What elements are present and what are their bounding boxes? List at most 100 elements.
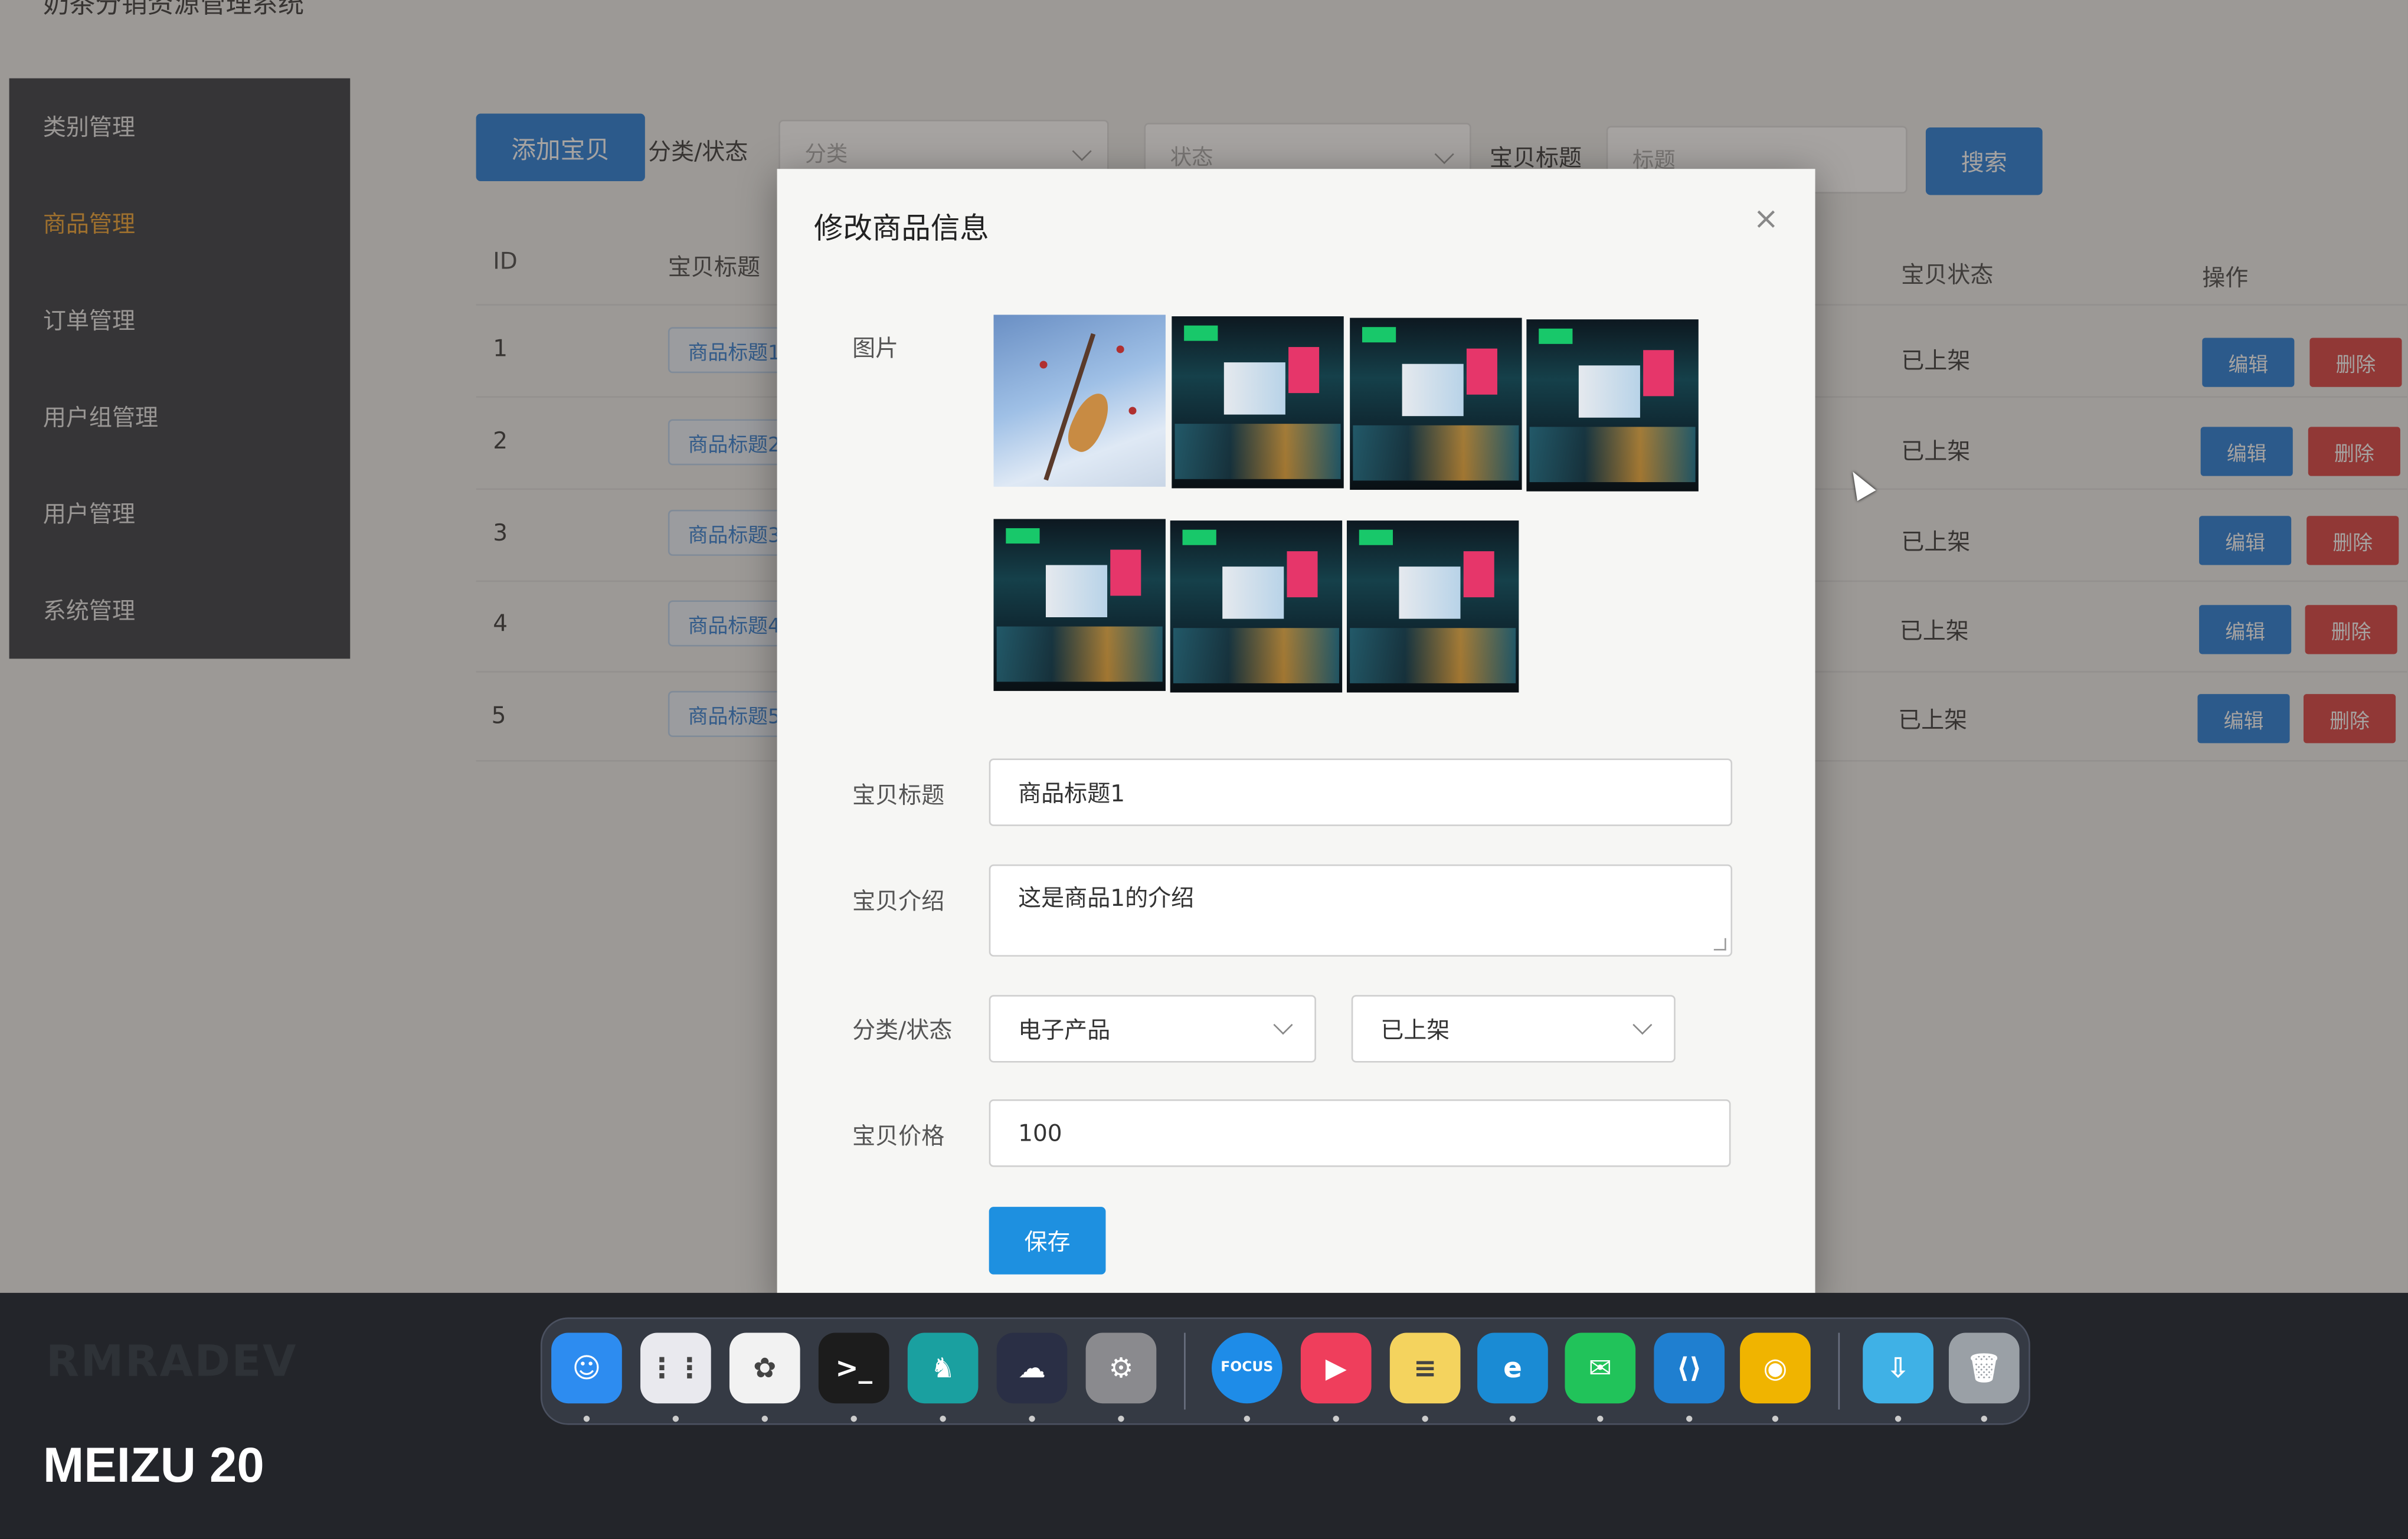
launchpad-icon[interactable]: ⋮⋮	[640, 1332, 711, 1404]
running-indicator-dot	[1772, 1416, 1779, 1422]
images-label: 图片	[852, 335, 899, 363]
sequel-ace-icon[interactable]: ♞	[907, 1332, 979, 1404]
neon-sign-shape	[1184, 325, 1218, 341]
photo-frame: 奶茶分销资源管理系统 类别管理 商品管理 订单管理 用户组管理 用户管理 系统管…	[0, 0, 2408, 1539]
sidebar-item-products[interactable]: 商品管理	[9, 175, 351, 272]
notes-icon[interactable]: ≡	[1389, 1332, 1461, 1404]
add-product-button[interactable]: 添加宝贝	[476, 113, 645, 182]
edit-button[interactable]: 编辑	[2200, 427, 2293, 476]
resize-handle-icon[interactable]	[1713, 938, 1726, 951]
column-header-title: 宝贝标题	[668, 253, 761, 281]
sidebar-item-user-groups[interactable]: 用户组管理	[9, 368, 351, 465]
dock-separator	[1184, 1332, 1186, 1410]
camera-watermark: MEIZU 20	[42, 1437, 264, 1493]
save-button[interactable]: 保存	[989, 1207, 1106, 1275]
sidebar-item-orders[interactable]: 订单管理	[9, 272, 351, 369]
berry-shape	[1116, 345, 1124, 353]
chrome-icon[interactable]: ◉	[1740, 1332, 1811, 1404]
running-indicator-dot	[583, 1416, 590, 1422]
product-image-thumbnail[interactable]	[1170, 520, 1343, 693]
dock-separator	[1838, 1332, 1840, 1410]
delete-button[interactable]: 删除	[2305, 605, 2397, 654]
product-image-thumbnail[interactable]	[993, 519, 1166, 691]
delete-button[interactable]: 删除	[2304, 694, 2396, 744]
price-field-value: 100	[1018, 1119, 1062, 1147]
column-header-id: ID	[493, 247, 518, 275]
edit-button[interactable]: 编辑	[2199, 516, 2292, 565]
running-indicator-dot	[672, 1416, 679, 1422]
title-field-label: 宝贝标题	[852, 781, 945, 810]
product-image-thumbnail[interactable]	[1172, 316, 1344, 489]
edit-button[interactable]: 编辑	[2202, 338, 2295, 387]
running-indicator-dot	[1029, 1416, 1035, 1422]
edit-button[interactable]: 编辑	[2199, 605, 2292, 654]
sidebar-item-category[interactable]: 类别管理	[9, 78, 351, 175]
description-textarea[interactable]: 这是商品1的介绍	[989, 864, 1733, 957]
product-image-thumbnail[interactable]	[1526, 319, 1699, 492]
category-select-value: 电子产品	[1018, 1016, 1111, 1044]
running-indicator-dot	[1509, 1416, 1516, 1422]
delete-button[interactable]: 删除	[2308, 427, 2400, 476]
monitor-brand-logo: RMRADEV	[46, 1335, 298, 1387]
chevron-down-icon	[1632, 1015, 1653, 1035]
price-label: 宝贝价格	[852, 1122, 945, 1150]
column-header-status: 宝贝状态	[1901, 261, 1994, 289]
edge-icon[interactable]: e	[1477, 1332, 1548, 1404]
search-button[interactable]: 搜索	[1925, 127, 2043, 195]
trash-icon[interactable]: 🗑	[1948, 1332, 2020, 1404]
sidebar-item-users[interactable]: 用户管理	[9, 465, 351, 562]
product-image-thumbnail[interactable]	[1350, 317, 1522, 490]
sidebar-item-system[interactable]: 系统管理	[9, 562, 351, 659]
focus-icon[interactable]: FOCUS	[1211, 1332, 1282, 1404]
running-indicator-dot	[1333, 1416, 1339, 1422]
running-indicator-dot	[1118, 1416, 1124, 1422]
street-reflection-shape	[1174, 424, 1341, 479]
terminal-icon[interactable]: >_	[818, 1332, 889, 1404]
row-status: 已上架	[1901, 347, 1971, 375]
neon-sign-shape	[1110, 549, 1141, 596]
row-id: 5	[491, 702, 506, 729]
app-title: 奶茶分销资源管理系统	[42, 0, 305, 20]
price-field[interactable]: 100	[989, 1099, 1731, 1167]
running-indicator-dot	[761, 1416, 768, 1422]
category-select[interactable]: 电子产品	[989, 995, 1316, 1063]
product-image-thumbnail[interactable]	[993, 315, 1166, 487]
finder-icon[interactable]: ☺	[551, 1332, 622, 1404]
product-image-thumbnail[interactable]	[1346, 520, 1519, 693]
row-status: 已上架	[1898, 706, 1968, 734]
chevron-down-icon	[1434, 144, 1454, 165]
status-select[interactable]: 已上架	[1351, 995, 1676, 1063]
neon-sign-shape	[1466, 348, 1497, 395]
running-indicator-dot	[940, 1416, 946, 1422]
neon-sign-shape	[1359, 529, 1393, 545]
neon-sign-shape	[1539, 328, 1573, 344]
neon-sign-shape	[1287, 551, 1318, 598]
neon-sign-shape	[1006, 528, 1040, 544]
running-indicator-dot	[1686, 1416, 1693, 1422]
billboard-shape	[1399, 567, 1461, 619]
edit-button[interactable]: 编辑	[2197, 694, 2290, 744]
wechat-icon[interactable]: ✉	[1565, 1332, 1636, 1404]
vscode-icon[interactable]: ⟨⟩	[1654, 1332, 1725, 1404]
row-status: 已上架	[1901, 437, 1971, 466]
title-field[interactable]: 商品标题1	[989, 758, 1733, 826]
delete-button[interactable]: 删除	[2309, 338, 2402, 387]
chatgpt-icon[interactable]: ✿	[729, 1332, 800, 1404]
category-filter-placeholder: 分类	[804, 142, 848, 168]
presentation-icon[interactable]: ▶	[1300, 1332, 1372, 1404]
filter-label: 分类/状态	[648, 138, 748, 166]
street-reflection-shape	[1173, 628, 1339, 683]
downloads-folder-icon[interactable]: ⇩	[1863, 1332, 1933, 1404]
billboard-shape	[1222, 567, 1284, 619]
description-value: 这是商品1的介绍	[1018, 884, 1195, 912]
close-icon[interactable]: ×	[1751, 202, 1781, 233]
berry-shape	[1039, 361, 1048, 369]
system-settings-icon[interactable]: ⚙	[1085, 1332, 1157, 1404]
sidebar: 类别管理 商品管理 订单管理 用户组管理 用户管理 系统管理	[9, 78, 351, 659]
neon-sign-shape	[1643, 350, 1674, 397]
running-indicator-dot	[1422, 1416, 1428, 1422]
delete-button[interactable]: 删除	[2306, 516, 2399, 565]
street-reflection-shape	[1350, 628, 1516, 683]
street-reflection-shape	[996, 626, 1163, 682]
cloud-icon[interactable]: ☁	[996, 1332, 1068, 1404]
